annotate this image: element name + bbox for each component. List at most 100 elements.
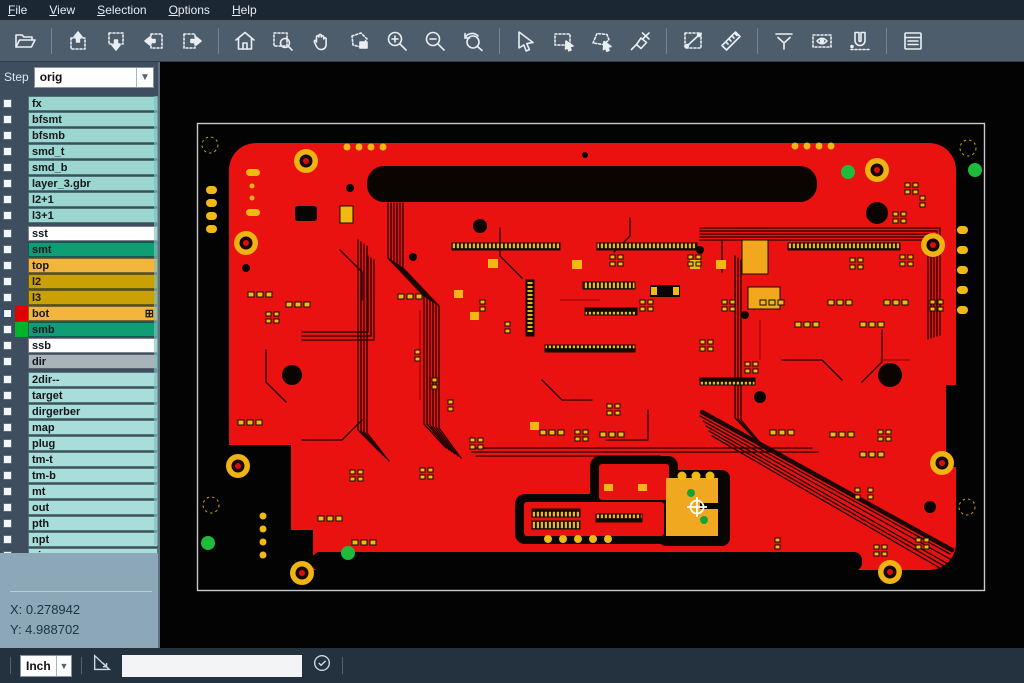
layer-checkbox[interactable] xyxy=(3,293,12,302)
shift-right-button[interactable] xyxy=(175,25,209,57)
layer-checkbox[interactable] xyxy=(3,391,12,400)
layer-name[interactable]: smt xyxy=(28,242,158,257)
layer-checkbox[interactable] xyxy=(3,503,12,512)
layer-row[interactable]: smd_t xyxy=(0,144,158,159)
layer-name[interactable]: smd_t xyxy=(28,144,158,159)
layer-checkbox[interactable] xyxy=(3,245,12,254)
view-region-button[interactable] xyxy=(805,25,839,57)
layer-checkbox-cell[interactable] xyxy=(0,500,15,515)
layer-checkbox[interactable] xyxy=(3,309,12,318)
layer-row[interactable]: smb xyxy=(0,322,158,337)
layer-checkbox[interactable] xyxy=(3,375,12,384)
pcb-canvas[interactable] xyxy=(160,62,1024,648)
clear-brush-button[interactable] xyxy=(623,25,657,57)
layer-checkbox-cell[interactable] xyxy=(0,420,15,435)
layer-checkbox[interactable] xyxy=(3,163,12,172)
layer-checkbox-cell[interactable] xyxy=(0,128,15,143)
layer-checkbox-cell[interactable] xyxy=(0,532,15,547)
layer-checkbox-cell[interactable] xyxy=(0,338,15,353)
layer-checkbox-cell[interactable] xyxy=(0,388,15,403)
apply-refresh-icon[interactable] xyxy=(311,652,333,679)
layer-checkbox-cell[interactable] xyxy=(0,274,15,289)
layer-checkbox[interactable] xyxy=(3,179,12,188)
layer-name[interactable]: dir xyxy=(28,354,158,369)
layer-name[interactable]: out xyxy=(28,500,158,515)
step-select[interactable]: orig ▼ xyxy=(34,67,154,88)
layer-row[interactable]: out xyxy=(0,500,158,515)
shift-up-button[interactable] xyxy=(61,25,95,57)
zoom-window-button[interactable] xyxy=(266,25,300,57)
layer-name[interactable]: smd_b xyxy=(28,160,158,175)
zoom-out-button[interactable] xyxy=(418,25,452,57)
layer-row[interactable]: bfsmt xyxy=(0,112,158,127)
layer-row[interactable]: layer_3.gbr xyxy=(0,176,158,191)
layer-checkbox[interactable] xyxy=(3,195,12,204)
select-cursor-button[interactable] xyxy=(509,25,543,57)
layer-name[interactable]: tm-t xyxy=(28,452,158,467)
measure-ruler-button[interactable] xyxy=(714,25,748,57)
layer-name[interactable]: bfsmb xyxy=(28,128,158,143)
layer-checkbox[interactable] xyxy=(3,147,12,156)
layer-checkbox-cell[interactable] xyxy=(0,96,15,111)
layer-checkbox[interactable] xyxy=(3,439,12,448)
layer-name[interactable]: fx xyxy=(28,96,158,111)
menu-item[interactable]: Options xyxy=(169,3,210,17)
layer-name[interactable]: map xyxy=(28,420,158,435)
layer-row[interactable]: l3+1 xyxy=(0,208,158,223)
layer-row[interactable]: pth xyxy=(0,516,158,531)
snap-magnet-button[interactable] xyxy=(843,25,877,57)
layer-checkbox[interactable] xyxy=(3,99,12,108)
layer-row[interactable]: target xyxy=(0,388,158,403)
layer-checkbox-cell[interactable] xyxy=(0,306,15,321)
layer-checkbox-cell[interactable] xyxy=(0,404,15,419)
layer-checkbox-cell[interactable] xyxy=(0,372,15,387)
layer-checkbox-cell[interactable] xyxy=(0,436,15,451)
layer-row[interactable]: npt xyxy=(0,532,158,547)
layer-checkbox[interactable] xyxy=(3,131,12,140)
layer-name[interactable]: ssb xyxy=(28,338,158,353)
zoom-object-button[interactable] xyxy=(342,25,376,57)
layer-row[interactable]: mt xyxy=(0,484,158,499)
layer-checkbox[interactable] xyxy=(3,455,12,464)
layer-row[interactable]: plug xyxy=(0,436,158,451)
pan-hand-button[interactable] xyxy=(304,25,338,57)
menu-item[interactable]: View xyxy=(49,3,75,17)
layer-name[interactable]: l3 xyxy=(28,290,158,305)
layer-checkbox-cell[interactable] xyxy=(0,354,15,369)
layer-checkbox-cell[interactable] xyxy=(0,144,15,159)
layer-name[interactable]: top xyxy=(28,258,158,273)
home-view-button[interactable] xyxy=(228,25,262,57)
layer-checkbox[interactable] xyxy=(3,423,12,432)
layer-checkbox-cell[interactable] xyxy=(0,548,15,553)
layer-checkbox[interactable] xyxy=(3,551,12,553)
layer-checkbox[interactable] xyxy=(3,407,12,416)
layer-name[interactable]: pth xyxy=(28,516,158,531)
filter-button[interactable] xyxy=(767,25,801,57)
layer-name[interactable]: l3+1 xyxy=(28,208,158,223)
layer-checkbox-cell[interactable] xyxy=(0,452,15,467)
report-list-button[interactable] xyxy=(896,25,930,57)
layer-checkbox[interactable] xyxy=(3,519,12,528)
layer-checkbox[interactable] xyxy=(3,535,12,544)
layer-name[interactable]: 2dir-- xyxy=(28,372,158,387)
layer-row[interactable]: tm-b xyxy=(0,468,158,483)
layer-name[interactable]: mt xyxy=(28,484,158,499)
layer-checkbox[interactable] xyxy=(3,487,12,496)
layer-checkbox-cell[interactable] xyxy=(0,160,15,175)
layer-name[interactable]: bfsmt xyxy=(28,112,158,127)
layer-checkbox[interactable] xyxy=(3,211,12,220)
layer-checkbox[interactable] xyxy=(3,357,12,366)
layer-name[interactable]: l2+1 xyxy=(28,192,158,207)
layer-name[interactable]: tm-b xyxy=(28,468,158,483)
layer-checkbox-cell[interactable] xyxy=(0,290,15,305)
layer-row[interactable]: l2 xyxy=(0,274,158,289)
layer-checkbox[interactable] xyxy=(3,471,12,480)
shift-left-button[interactable] xyxy=(137,25,171,57)
layer-row[interactable]: tm-t xyxy=(0,452,158,467)
layer-row[interactable]: 2dir-- xyxy=(0,372,158,387)
layer-checkbox[interactable] xyxy=(3,325,12,334)
layer-name[interactable]: plug xyxy=(28,436,158,451)
layer-name[interactable]: via xyxy=(28,548,158,553)
layer-checkbox-cell[interactable] xyxy=(0,484,15,499)
layer-checkbox-cell[interactable] xyxy=(0,112,15,127)
